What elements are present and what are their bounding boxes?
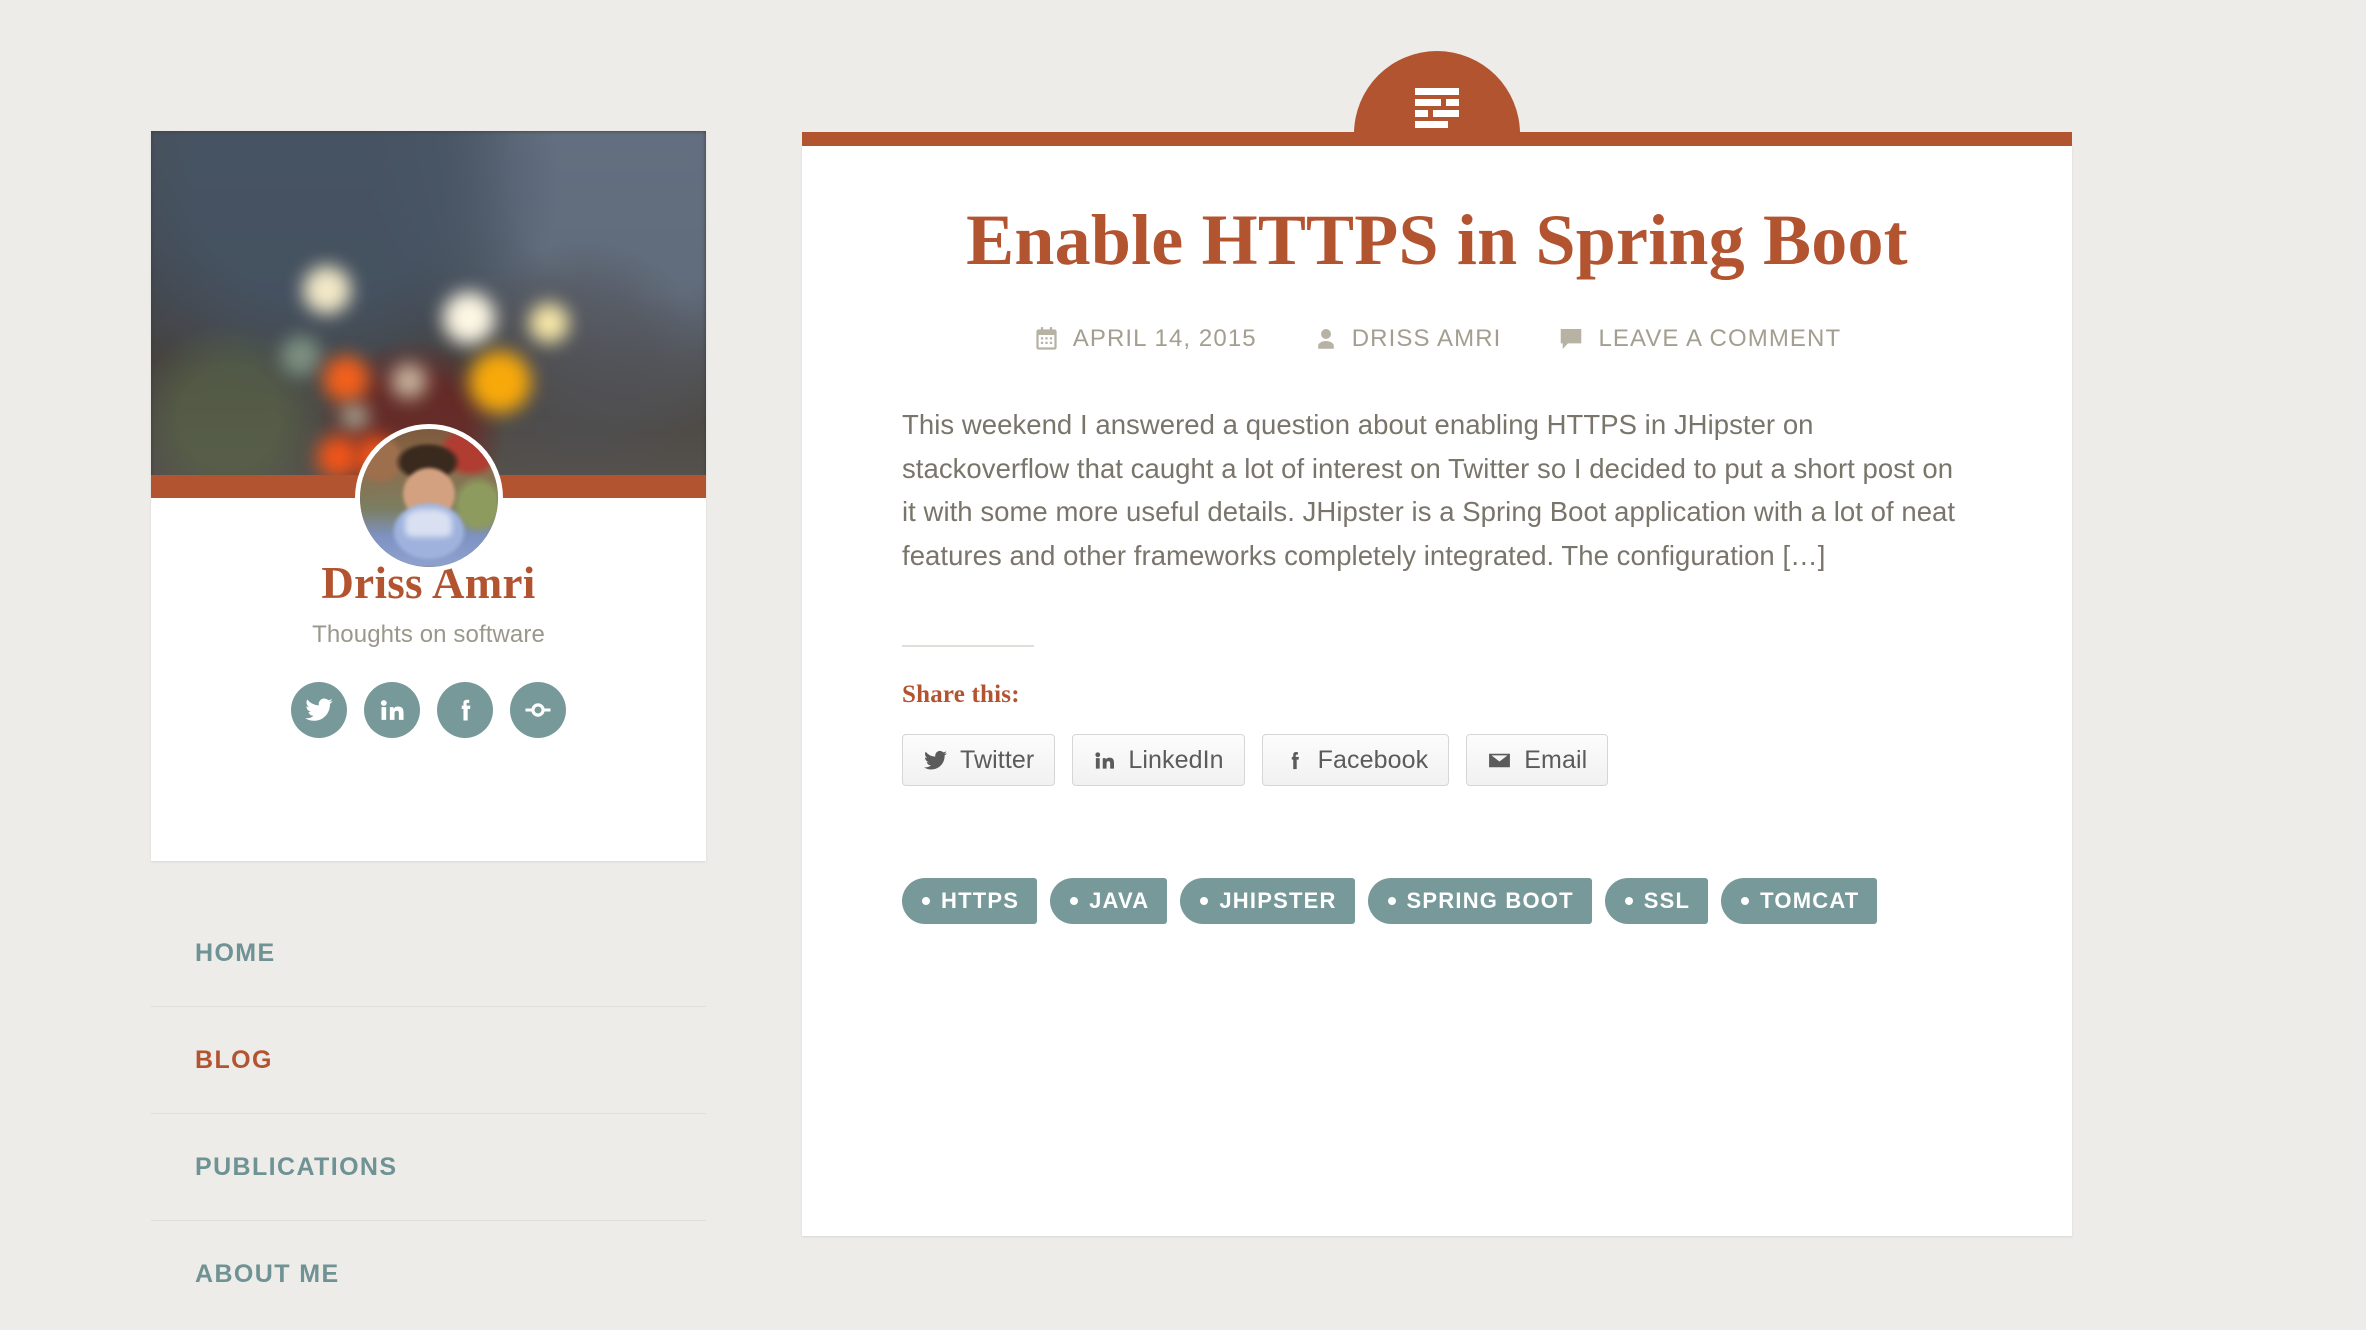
facebook-icon — [451, 696, 479, 724]
post-format-badge — [1354, 51, 1520, 146]
tag-label: SSL — [1643, 888, 1691, 914]
bokeh-light — [281, 336, 321, 376]
bullet-icon — [1200, 897, 1209, 906]
tag-ssl[interactable]: SSL — [1604, 878, 1709, 925]
main-content: Enable HTTPS in Spring Boot APRIL 14, 20… — [802, 51, 2072, 1236]
tag-label: JAVA — [1089, 888, 1150, 914]
bokeh-light — [469, 351, 531, 413]
nav-label: HOME — [195, 938, 276, 967]
share-button-email[interactable]: Email — [1466, 734, 1609, 787]
person-icon — [1313, 326, 1339, 352]
page-root: Driss Amri Thoughts on software HOME BLO… — [0, 0, 2366, 1330]
post-date-text: APRIL 14, 2015 — [1072, 325, 1257, 353]
link-icon — [523, 695, 553, 725]
post-excerpt: This weekend I answered a question about… — [902, 409, 1956, 571]
bokeh-light — [529, 303, 569, 343]
share-button-twitter[interactable]: Twitter — [902, 734, 1056, 787]
tag-label: SPRING BOOT — [1406, 888, 1574, 914]
nav-label: BLOG — [195, 1045, 273, 1074]
sidebar: Driss Amri Thoughts on software — [151, 131, 706, 861]
comment-bubble-icon — [1557, 325, 1585, 353]
calendar-icon — [1033, 326, 1060, 353]
social-link-link[interactable] — [510, 682, 566, 739]
tag-https[interactable]: HTTPS — [902, 878, 1038, 925]
tag-jhipster[interactable]: JHIPSTER — [1180, 878, 1355, 925]
share-button-label: Facebook — [1317, 745, 1429, 774]
social-links — [151, 682, 706, 739]
tag-tomcat[interactable]: TOMCAT — [1721, 878, 1878, 925]
twitter-icon — [923, 748, 948, 773]
twitter-icon — [304, 695, 334, 725]
post-comments[interactable]: LEAVE A COMMENT — [1557, 325, 1841, 353]
social-link-twitter[interactable] — [291, 682, 347, 739]
share-button-label: LinkedIn — [1128, 745, 1224, 774]
post-card: Enable HTTPS in Spring Boot APRIL 14, 20… — [802, 146, 2072, 1236]
bokeh-light — [341, 403, 369, 431]
nav-label: ABOUT ME — [195, 1260, 340, 1288]
linkedin-icon — [1093, 749, 1116, 772]
sidebar-card: Driss Amri Thoughts on software — [151, 131, 706, 861]
social-link-linkedin[interactable] — [364, 682, 420, 739]
bokeh-light — [323, 356, 369, 402]
social-link-facebook[interactable] — [437, 682, 493, 739]
site-tagline: Thoughts on software — [312, 621, 545, 649]
post-date[interactable]: APRIL 14, 2015 — [1033, 325, 1257, 353]
nav-item-about-me[interactable]: ABOUT ME — [151, 1221, 706, 1328]
share-buttons: Twitter LinkedIn Facebook Email — [902, 734, 1972, 787]
post-author[interactable]: DRISS AMRI — [1313, 325, 1502, 353]
bullet-icon — [1741, 897, 1750, 906]
nav-label: PUBLICATIONS — [195, 1152, 398, 1181]
tag-spring-boot[interactable]: SPRING BOOT — [1367, 878, 1592, 925]
tag-label: JHIPSTER — [1219, 888, 1337, 914]
bokeh-light — [391, 363, 427, 399]
tag-label: HTTPS — [941, 888, 1020, 914]
post-comments-text: LEAVE A COMMENT — [1598, 325, 1842, 353]
linkedin-icon — [378, 696, 406, 724]
bullet-icon — [1387, 897, 1396, 906]
avatar — [354, 424, 503, 572]
text-lines-icon — [1415, 88, 1459, 128]
bullet-icon — [1624, 897, 1633, 906]
share-button-linkedin[interactable]: LinkedIn — [1072, 734, 1245, 787]
share-section: Share this: Twitter LinkedIn Facebook Em… — [902, 645, 1972, 787]
tag-java[interactable]: JAVA — [1050, 878, 1168, 925]
nav-item-home[interactable]: HOME — [151, 900, 706, 1007]
envelope-icon — [1487, 748, 1512, 773]
share-title: Share this: — [902, 681, 1020, 709]
divider — [902, 645, 1034, 648]
bokeh-light — [303, 266, 351, 314]
bokeh-light — [317, 436, 359, 478]
post-meta: APRIL 14, 2015 DRISS AMRI LEAVE A COMMEN… — [902, 325, 1972, 353]
post-tags: HTTPS JAVA JHIPSTER SPRING BOOT SSL TOMC… — [902, 878, 1972, 925]
share-button-label: Twitter — [960, 745, 1035, 774]
tag-label: TOMCAT — [1760, 888, 1860, 914]
bullet-icon — [1070, 897, 1079, 906]
main-navigation: HOME BLOG PUBLICATIONS ABOUT ME — [151, 900, 706, 1328]
share-button-facebook[interactable]: Facebook — [1261, 734, 1450, 787]
post-title[interactable]: Enable HTTPS in Spring Boot — [902, 201, 1972, 280]
bullet-icon — [922, 897, 930, 906]
bokeh-light — [443, 292, 495, 344]
nav-item-blog[interactable]: BLOG — [151, 1007, 706, 1114]
avatar-image — [359, 429, 498, 567]
facebook-icon — [1283, 749, 1306, 772]
post-author-text: DRISS AMRI — [1351, 325, 1502, 353]
share-button-label: Email — [1524, 745, 1588, 774]
nav-item-publications[interactable]: PUBLICATIONS — [151, 1114, 706, 1221]
